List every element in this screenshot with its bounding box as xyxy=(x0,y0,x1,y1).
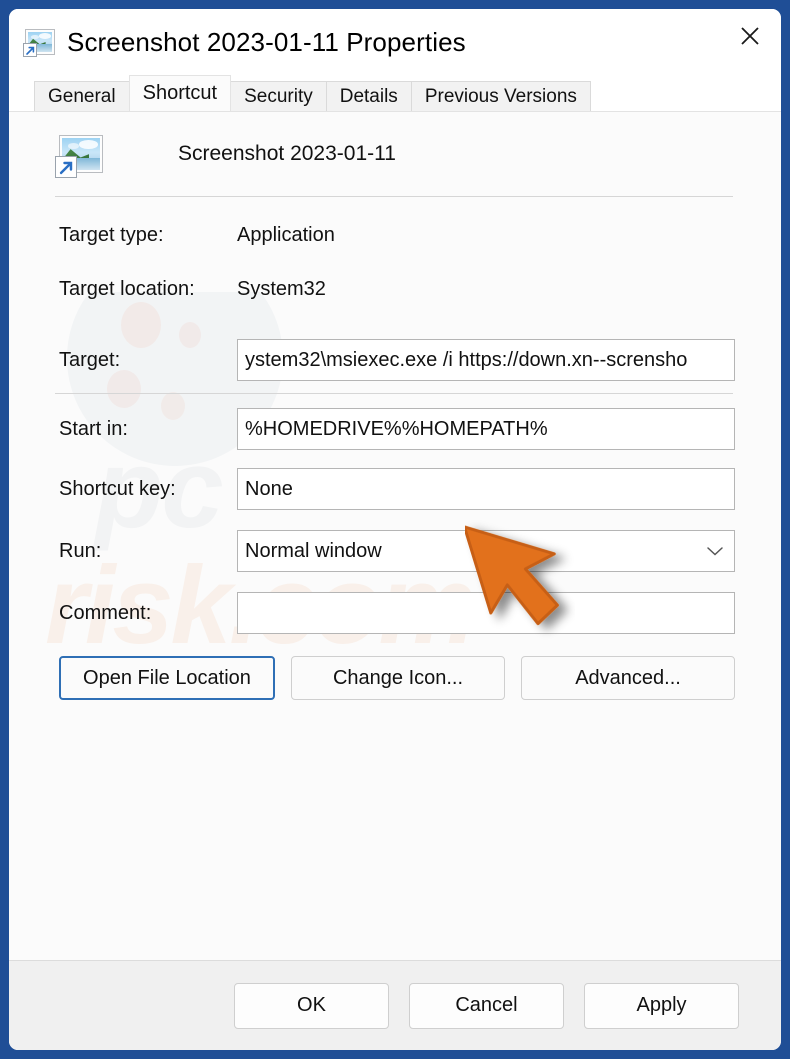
target-label: Target: xyxy=(59,348,121,371)
action-button-group: Open File Location Change Icon... Advanc… xyxy=(53,634,735,700)
close-icon[interactable] xyxy=(719,9,781,63)
target-input[interactable]: ystem32\msiexec.exe /i https://down.xn--… xyxy=(237,339,735,381)
tab-shortcut[interactable]: Shortcut xyxy=(128,75,232,111)
start-in-row: Start in: %HOMEDRIVE%%HOMEPATH% xyxy=(53,394,735,450)
target-type-label: Target type: xyxy=(59,223,164,246)
comment-input[interactable] xyxy=(237,592,735,634)
tab-strip: General Shortcut Security Details Previo… xyxy=(9,75,781,111)
cancel-button[interactable]: Cancel xyxy=(409,982,564,1029)
run-selected-value: Normal window xyxy=(245,539,382,562)
tab-general[interactable]: General xyxy=(34,81,130,111)
tab-details[interactable]: Details xyxy=(325,81,412,111)
target-type-value: Application xyxy=(237,223,335,246)
open-file-location-button[interactable]: Open File Location xyxy=(59,656,275,700)
comment-label: Comment: xyxy=(59,601,152,624)
shortcut-tab-panel: pc risk.com xyxy=(9,111,781,960)
start-in-input[interactable]: %HOMEDRIVE%%HOMEPATH% xyxy=(237,408,735,450)
advanced-button[interactable]: Advanced... xyxy=(521,656,735,700)
window-frame: Screenshot 2023-01-11 Properties General… xyxy=(0,0,790,1059)
tab-security[interactable]: Security xyxy=(230,81,327,111)
dialog-button-bar: OK Cancel Apply xyxy=(9,960,781,1050)
shortcut-key-row: Shortcut key: None xyxy=(53,450,735,510)
image-shortcut-icon xyxy=(55,135,103,178)
comment-row: Comment: xyxy=(53,572,735,634)
window-title: Screenshot 2023-01-11 Properties xyxy=(67,26,466,57)
title-bar: Screenshot 2023-01-11 Properties xyxy=(9,9,781,75)
target-location-value: System32 xyxy=(237,277,326,300)
run-row: Run: Normal window xyxy=(53,510,735,572)
image-shortcut-icon xyxy=(23,29,55,57)
run-select[interactable]: Normal window xyxy=(237,530,735,572)
target-location-row: Target location: System32 xyxy=(53,251,735,327)
shortcut-key-label: Shortcut key: xyxy=(59,477,176,500)
shortcut-arrow-icon xyxy=(23,43,37,57)
ok-button[interactable]: OK xyxy=(234,982,389,1029)
run-label: Run: xyxy=(59,539,102,562)
start-in-label: Start in: xyxy=(59,417,128,440)
chevron-down-icon xyxy=(706,545,724,557)
shortcut-key-input[interactable]: None xyxy=(237,468,735,510)
target-location-label: Target location: xyxy=(59,277,195,300)
apply-button[interactable]: Apply xyxy=(584,982,739,1029)
shortcut-header: Screenshot 2023-01-11 xyxy=(53,112,735,196)
target-row: Target: ystem32\msiexec.exe /i https://d… xyxy=(53,327,735,393)
shortcut-name: Screenshot 2023-01-11 xyxy=(178,142,396,165)
change-icon-button[interactable]: Change Icon... xyxy=(291,656,505,700)
tab-previous-versions[interactable]: Previous Versions xyxy=(410,81,591,111)
target-type-row: Target type: Application xyxy=(53,197,735,251)
shortcut-arrow-icon xyxy=(55,156,77,178)
properties-dialog: Screenshot 2023-01-11 Properties General… xyxy=(9,9,781,1050)
